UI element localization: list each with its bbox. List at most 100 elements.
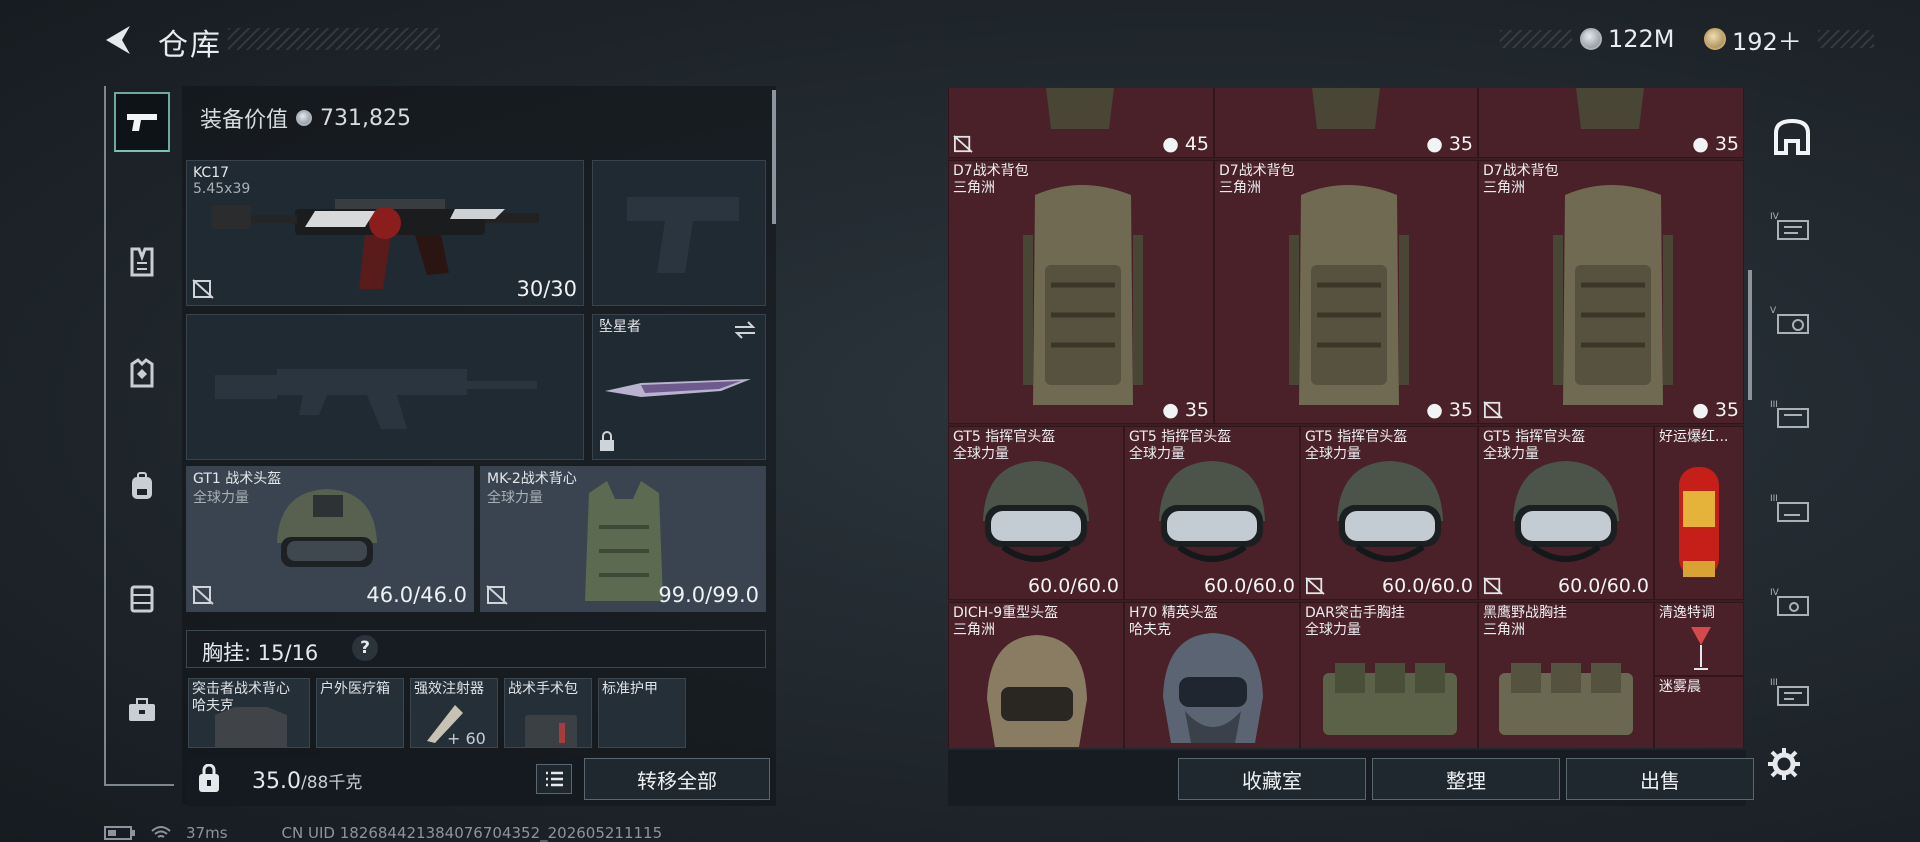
stash-item-count: 35: [1714, 133, 1739, 155]
silver-amount: 122M: [1608, 25, 1675, 53]
category-sidebar: [104, 86, 174, 786]
tab-armor[interactable]: [114, 344, 170, 404]
slot-primary-weapon[interactable]: KC17 5.45x39 30/30: [186, 160, 584, 306]
slot-melee[interactable]: 坠星者: [592, 314, 766, 460]
stash-item[interactable]: D7战术背包 三角洲 ● 35: [948, 160, 1214, 424]
stash-item-durability: 60.0/60.0: [1027, 575, 1119, 597]
helmet-durability: 46.0/46.0: [366, 583, 467, 607]
tab-container[interactable]: [114, 568, 170, 628]
stash-item-durability: 60.0/60.0: [1381, 575, 1473, 597]
collection-room-button[interactable]: 收藏室: [1178, 758, 1366, 800]
tab-backpack[interactable]: [114, 456, 170, 516]
stash-grid: ● 45 ● 35 ● 35 D7战术背包 三角洲 ● 35 D7战术背包 三角洲 …: [948, 88, 1744, 748]
chest-help-button[interactable]: ?: [352, 635, 378, 661]
stash-item-count: 35: [1448, 133, 1473, 155]
no-insure-icon: [1483, 401, 1503, 419]
stash-item-origin: 全球力量: [1305, 446, 1361, 462]
rifle-silhouette: [215, 369, 537, 429]
rifle-image: [211, 199, 539, 289]
stash-item-origin: 全球力量: [1129, 446, 1185, 462]
stash-item[interactable]: DICH-9重型头盔 三角洲: [948, 602, 1124, 748]
equipment-value: 装备价值 731,825: [200, 102, 411, 134]
gear-icon[interactable]: [1766, 746, 1802, 782]
transfer-all-button[interactable]: 转移全部: [584, 758, 770, 800]
stash-item[interactable]: GT5 指挥官头盔 全球力量 60.0/60.0: [1124, 426, 1300, 600]
container-icon: [130, 585, 154, 613]
stash-item[interactable]: D7战术背包 三角洲 ● 35: [1214, 160, 1478, 424]
weight-max: /88千克: [300, 773, 363, 793]
stash-item-name: GT5 指挥官头盔: [1483, 429, 1586, 445]
armor-icon: [130, 358, 154, 388]
stash-item[interactable]: H70 精英头盔 哈夫克: [1124, 602, 1300, 748]
stash-item-durability: 60.0/60.0: [1203, 575, 1295, 597]
stash-item[interactable]: 迷雾晨: [1654, 676, 1744, 748]
stash-folder-icon: IV: [1770, 212, 1809, 240]
stash-item-origin: 三角洲: [953, 180, 995, 196]
list-view-button[interactable]: [536, 764, 572, 794]
warehouse-screen: { "header": {"title": "仓库", "currency_si…: [0, 0, 1920, 842]
stash-item[interactable]: GT5 指挥官头盔 全球力量 60.0/60.0: [948, 426, 1124, 600]
list-icon: [546, 771, 563, 787]
stash-item-name: H70 精英头盔: [1129, 605, 1218, 621]
organize-button[interactable]: 整理: [1372, 758, 1560, 800]
surgery-kit-image: [525, 715, 577, 747]
equipment-value-label: 装备价值: [200, 108, 289, 133]
tab-weapons[interactable]: [114, 92, 170, 152]
stash-item-origin: 三角洲: [1219, 180, 1261, 196]
stash-item[interactable]: DAR突击手胸挂 全球力量: [1300, 602, 1478, 748]
tab-case[interactable]: [114, 680, 170, 740]
stash-item[interactable]: 黑鹰野战胸挂 三角洲: [1478, 602, 1654, 748]
stash-item[interactable]: ● 35: [1478, 88, 1744, 158]
stash-item[interactable]: D7战术背包 三角洲 ● 35: [1478, 160, 1744, 424]
gold-currency[interactable]: 192＋: [1704, 26, 1802, 56]
helmet-image: [277, 489, 377, 567]
slot-secondary-weapon[interactable]: [186, 314, 584, 460]
stash-item-origin: 三角洲: [1483, 622, 1525, 638]
stash-folder-icon: V: [1770, 306, 1809, 334]
loadout-scrollbar[interactable]: [772, 90, 776, 224]
chest-item[interactable]: 战术手术包: [504, 678, 592, 748]
tab-stash-iv-b[interactable]: IV: [1762, 574, 1822, 630]
silver-currency: 122M: [1580, 25, 1675, 53]
h70-helmet-image: [1163, 633, 1263, 743]
tab-stash-iii-b[interactable]: III: [1762, 480, 1822, 536]
chest-item-name: 战术手术包: [508, 681, 578, 697]
slot-pistol[interactable]: [592, 160, 766, 306]
slot-armor[interactable]: MK-2战术背心 全球力量 99.0/99.0: [480, 466, 766, 612]
stash-item[interactable]: ● 45: [948, 88, 1214, 158]
stash-folder-icon: III: [1770, 494, 1809, 522]
stash-item-value: ● 35: [1692, 133, 1739, 155]
stash-item[interactable]: GT5 指挥官头盔 全球力量 60.0/60.0: [1478, 426, 1654, 600]
tab-stash-iii[interactable]: III: [1762, 386, 1822, 442]
sell-button[interactable]: 出售: [1566, 758, 1754, 800]
chest-item-name: 突击者战术背心: [192, 681, 290, 697]
chest-item[interactable]: 户外医疗箱: [316, 678, 404, 748]
swap-icon[interactable]: [733, 321, 757, 339]
weight-icon: [199, 764, 219, 792]
back-arrow-icon[interactable]: [100, 22, 140, 58]
tab-stash-main[interactable]: [1762, 108, 1822, 164]
vest-image: [585, 481, 663, 601]
slot-helmet[interactable]: GT1 战术头盔 全球力量 46.0/46.0: [186, 466, 474, 612]
stash-item[interactable]: GT5 指挥官头盔 全球力量 60.0/60.0: [1300, 426, 1478, 600]
gold-amount: 192＋: [1732, 27, 1802, 56]
stash-item-origin: 三角洲: [953, 622, 995, 638]
chest-item[interactable]: 突击者战术背心 哈夫克: [188, 678, 310, 748]
tab-stash-iv[interactable]: IV: [1762, 198, 1822, 254]
stash-item[interactable]: 清逸特调: [1654, 602, 1744, 676]
tab-chest-rig[interactable]: [114, 232, 170, 292]
status-bar: 37ms CN UID 18268442138407670435​2_20260…: [104, 824, 662, 842]
backpack-image: [1576, 88, 1644, 129]
stash-item[interactable]: ● 35: [1214, 88, 1478, 158]
tab-stash-v[interactable]: V: [1762, 292, 1822, 348]
chest-item[interactable]: 标准护甲: [598, 678, 686, 748]
stash-item[interactable]: 好运爆红...: [1654, 426, 1744, 600]
dar-chest-rig-image: [1323, 663, 1457, 735]
gt5-helmet-image: [1159, 461, 1265, 562]
equipment-value-amount: 731,825: [320, 105, 411, 131]
backpack-image: [1312, 88, 1380, 129]
chest-item[interactable]: 强效注射器 + 60: [410, 678, 498, 748]
briefcase-icon: [129, 698, 155, 721]
tab-stash-iii-c[interactable]: III: [1762, 664, 1822, 720]
svg-text:III: III: [1770, 678, 1778, 688]
